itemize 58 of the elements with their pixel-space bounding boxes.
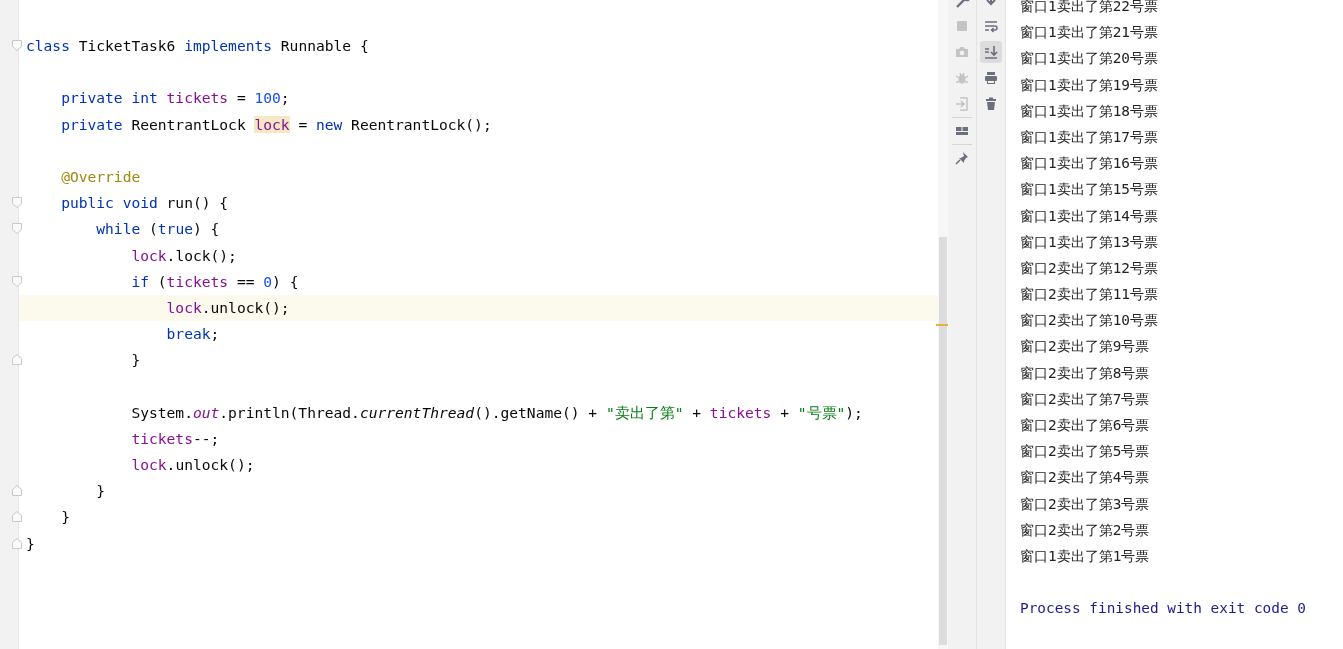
- console-output-line: 窗口2卖出了第4号票: [1020, 468, 1151, 488]
- code-line: }: [60, 507, 71, 528]
- console-output-line: 窗口2卖出了第8号票: [1020, 363, 1151, 383]
- exit-icon: [954, 96, 970, 112]
- code-line: @Override: [60, 166, 142, 187]
- fold-marker-icon[interactable]: [12, 485, 22, 497]
- code-line: }: [130, 350, 142, 371]
- console-output-line: 窗口1卖出了第17号票: [1020, 127, 1159, 147]
- code-line: private int tickets = 100;: [60, 88, 291, 109]
- stop-icon: [954, 18, 970, 34]
- soft-wrap-icon: [983, 18, 999, 34]
- console-output-line: 窗口2卖出了第7号票: [1020, 389, 1151, 409]
- exit-message: Process finished with exit code 0: [1020, 599, 1307, 619]
- fold-marker-icon[interactable]: [12, 511, 22, 523]
- console-output-line: 窗口1卖出了第21号票: [1020, 23, 1159, 43]
- console-output-line: 窗口1卖出了第14号票: [1020, 206, 1159, 226]
- fold-marker-icon[interactable]: [12, 354, 22, 366]
- code-line: System.out.println(Thread.currentThread().getName() + "卖出了第" + tickets + "号票");: [130, 402, 864, 423]
- scroll-to-end-button[interactable]: [980, 41, 1002, 63]
- code-line: tickets--;: [130, 428, 221, 449]
- code-line: lock.unlock();: [130, 455, 256, 475]
- console-output-line: 窗口1卖出了第20号票: [1020, 49, 1159, 69]
- fold-marker-icon[interactable]: [12, 40, 22, 51]
- bug-icon: [954, 70, 970, 86]
- console-output-line: 窗口1卖出了第1号票: [1020, 546, 1151, 566]
- scroll-to-end-icon: [983, 44, 999, 60]
- code-line: while (true) {: [95, 219, 221, 240]
- console-output-line: 窗口2卖出了第12号票: [1020, 258, 1159, 278]
- fold-marker-icon[interactable]: [12, 275, 22, 287]
- console-output-line: 窗口2卖出了第2号票: [1020, 520, 1151, 540]
- print-icon: [983, 70, 999, 86]
- fold-marker-icon[interactable]: [12, 223, 22, 235]
- console-output-line: 窗口1卖出了第16号票: [1020, 154, 1159, 174]
- console-output-line: 窗口1卖出了第19号票: [1020, 75, 1159, 95]
- pin-icon: [954, 150, 970, 166]
- console-output-line: 窗口1卖出了第15号票: [1020, 180, 1159, 200]
- console-output-line: 窗口2卖出了第9号票: [1020, 337, 1151, 357]
- console-output-line: 窗口2卖出了第6号票: [1020, 416, 1151, 435]
- fold-marker-icon[interactable]: [12, 197, 22, 209]
- camera-icon: [954, 44, 970, 60]
- code-line: break;: [165, 324, 221, 345]
- code-line: }: [25, 533, 36, 554]
- scrollbar-thumb[interactable]: [939, 237, 947, 645]
- code-line: public void run() {: [60, 193, 230, 214]
- console-output-line: 窗口2卖出了第3号票: [1020, 494, 1151, 514]
- trash-icon: [983, 96, 999, 112]
- code-line: private ReentrantLock lock = new ReentrantLock();: [60, 114, 493, 135]
- fold-marker-icon[interactable]: [12, 537, 22, 549]
- code-line: lock.lock();: [130, 245, 238, 266]
- console-output-line: 窗口2卖出了第10号票: [1020, 311, 1159, 331]
- code-line: }: [95, 481, 107, 502]
- code-line: class TicketTask6 implements Runnable {: [25, 36, 370, 56]
- console-output-line: 窗口1卖出了第18号票: [1020, 101, 1159, 121]
- console-output-line: 窗口2卖出了第11号票: [1020, 285, 1159, 305]
- code-line: if (tickets == 0) {: [130, 271, 300, 292]
- console-output-line: 窗口2卖出了第5号票: [1020, 442, 1151, 462]
- console-output-line: 窗口1卖出了第13号票: [1020, 232, 1159, 252]
- caret-marker: [936, 324, 948, 326]
